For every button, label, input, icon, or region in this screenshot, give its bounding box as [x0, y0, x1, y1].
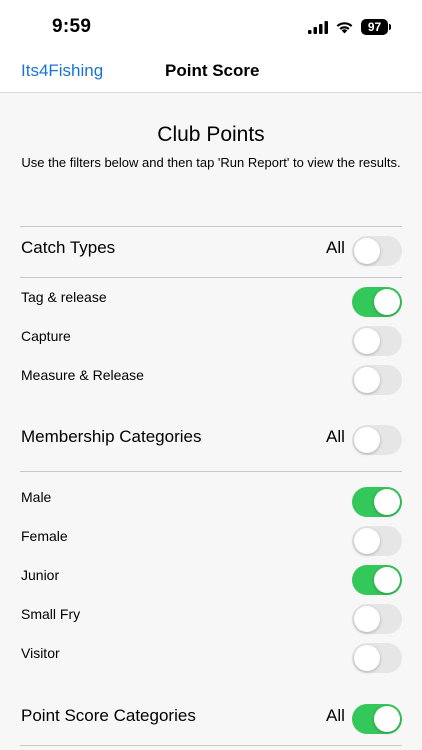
- capture-toggle[interactable]: [352, 326, 402, 356]
- membership-row: Female: [0, 526, 422, 558]
- back-button[interactable]: Its4Fishing: [21, 61, 103, 81]
- divider: [20, 226, 402, 227]
- catch-types-all-label: All: [326, 238, 345, 257]
- toggle-knob: [354, 606, 380, 632]
- membership-label: Male: [21, 489, 52, 505]
- toggle-knob: [354, 645, 380, 671]
- membership-label: Female: [21, 528, 68, 544]
- toggle-knob: [374, 567, 400, 593]
- navigation-bar: Its4Fishing Point Score: [0, 52, 422, 93]
- catch-type-row: Measure & Release: [0, 365, 422, 397]
- visitor-toggle[interactable]: [352, 643, 402, 673]
- status-icons: 97: [308, 19, 391, 35]
- catch-types-all-toggle[interactable]: [352, 236, 402, 266]
- membership-label: Junior: [21, 567, 60, 583]
- wifi-icon: [336, 22, 353, 34]
- small-fry-toggle[interactable]: [352, 604, 402, 634]
- male-toggle[interactable]: [352, 487, 402, 517]
- point-score-categories-all-toggle[interactable]: [352, 704, 402, 734]
- instructions-text: Use the filters below and then tap 'Run …: [21, 155, 401, 170]
- membership-row: Junior: [0, 565, 422, 597]
- membership-row: Male: [0, 487, 422, 519]
- membership-categories-label: Membership Categories: [21, 427, 202, 446]
- status-bar: 9:59 97: [0, 0, 422, 52]
- toggle-knob: [354, 238, 380, 264]
- toggle-knob: [354, 528, 380, 554]
- membership-label: Visitor: [21, 645, 60, 661]
- catch-type-label: Measure & Release: [21, 367, 144, 383]
- page-title: Club Points: [157, 123, 265, 146]
- toggle-knob: [354, 328, 380, 354]
- toggle-knob: [374, 489, 400, 515]
- tag-release-toggle[interactable]: [352, 287, 402, 317]
- catch-type-row: Capture: [0, 326, 422, 358]
- nav-title: Point Score: [165, 61, 260, 80]
- point-score-categories-label: Point Score Categories: [21, 706, 196, 725]
- battery-icon: 97: [361, 19, 391, 35]
- catch-types-header: Catch Types All: [0, 236, 422, 268]
- toggle-knob: [354, 367, 380, 393]
- point-score-categories-all-label: All: [326, 706, 345, 725]
- cellular-signal-icon: [308, 20, 328, 34]
- catch-type-label: Tag & release: [21, 289, 107, 305]
- toggle-knob: [354, 427, 380, 453]
- catch-type-row: Tag & release: [0, 287, 422, 319]
- membership-row: Small Fry: [0, 604, 422, 636]
- membership-categories-all-toggle[interactable]: [352, 425, 402, 455]
- measure-release-toggle[interactable]: [352, 365, 402, 395]
- catch-types-label: Catch Types: [21, 238, 116, 257]
- divider: [20, 277, 402, 278]
- junior-toggle[interactable]: [352, 565, 402, 595]
- membership-label: Small Fry: [21, 606, 81, 622]
- membership-categories-header: Membership Categories All: [0, 425, 422, 457]
- toggle-knob: [374, 706, 400, 732]
- point-score-categories-header: Point Score Categories All: [0, 704, 422, 736]
- membership-row: Visitor: [0, 643, 422, 675]
- battery-level: 97: [367, 20, 382, 34]
- divider: [20, 471, 402, 472]
- status-time: 9:59: [52, 16, 92, 37]
- membership-categories-all-label: All: [326, 427, 345, 446]
- content-area: Club Points Use the filters below and th…: [0, 93, 422, 750]
- catch-type-label: Capture: [21, 328, 71, 344]
- toggle-knob: [374, 289, 400, 315]
- female-toggle[interactable]: [352, 526, 402, 556]
- divider: [20, 745, 402, 746]
